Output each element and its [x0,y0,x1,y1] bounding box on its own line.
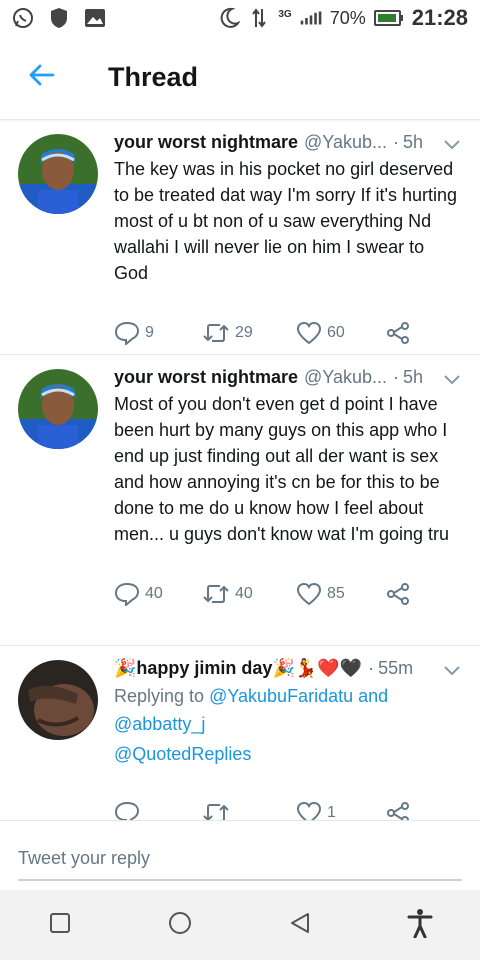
thread-feed[interactable]: your worst nightmare @Yakub... · 5h The … [0,120,480,820]
like-button[interactable]: 60 [296,321,386,345]
quoted-replies: @QuotedReplies [114,740,464,768]
tweet-text: Most of you don't even get d point I hav… [114,394,450,544]
retweet-icon [202,583,230,605]
battery-icon [373,7,404,29]
tweet-author-name[interactable]: 🎉happy jimin day🎉💃❤️🖤 [114,658,362,679]
tweet-header: 🎉happy jimin day🎉💃❤️🖤 · 55m [114,654,464,682]
separator-dot: · [368,657,375,678]
home-button[interactable] [150,895,210,955]
share-button[interactable] [386,321,410,345]
signal-icon [300,7,322,29]
tweet-text: The key was in his pocket no girl deserv… [114,159,458,283]
app-header: Thread [0,36,480,120]
reply-bar [0,820,480,890]
heart-icon [296,321,322,345]
network-type: 3G [278,9,292,20]
reply-icon [114,582,140,606]
back-button[interactable] [0,36,84,120]
arrow-left-icon [29,64,55,91]
tweet[interactable]: your worst nightmare @Yakub... · 5h Most… [0,355,480,646]
share-button[interactable] [386,582,410,606]
square-icon [49,912,71,939]
system-nav-bar [0,890,480,960]
replying-to-label: Replying to [114,686,205,706]
avatar[interactable] [18,134,98,214]
retweet-button[interactable] [202,802,296,820]
whatsapp-icon [12,7,34,29]
separator-dot: · [393,131,400,152]
share-button[interactable] [386,801,410,820]
share-icon [386,582,410,606]
tweet-author-handle[interactable]: @Yakub... [304,132,387,153]
tweet-reply-input[interactable] [18,837,462,881]
mention-link[interactable]: @abbatty_j [114,714,205,734]
share-icon [386,801,410,820]
like-button[interactable]: 85 [296,582,386,606]
page-title: Thread [108,62,199,92]
avatar[interactable] [18,660,98,740]
reply-icon [114,321,140,345]
replying-and[interactable]: and [358,686,388,706]
tweet-actions: 1 [114,782,464,820]
back-nav-button[interactable] [270,895,330,955]
reply-button[interactable]: 9 [114,321,202,345]
retweet-count: 29 [235,324,253,341]
triangle-back-icon [288,911,312,940]
tweet-actions: 40 40 85 [114,563,464,625]
circle-icon [168,911,192,940]
reply-count: 9 [145,324,154,341]
replying-to: Replying to @YakubuFaridatu and @abbatty… [114,682,464,738]
tweet-author-handle[interactable]: @Yakub... [304,367,387,388]
gallery-icon [84,7,106,29]
tweet-header: your worst nightmare @Yakub... · 5h [114,363,464,391]
like-count: 85 [327,585,345,602]
like-button[interactable]: 1 [296,801,386,820]
accessibility-icon [407,908,433,943]
chevron-down-icon[interactable] [442,660,462,680]
like-count: 60 [327,324,345,341]
retweet-icon [202,802,230,820]
tweet-timestamp: 55m [378,657,414,678]
accessibility-button[interactable] [390,895,450,955]
battery-percentage: 70% [329,7,366,28]
chevron-down-icon[interactable] [442,134,462,154]
tweet[interactable]: 🎉happy jimin day🎉💃❤️🖤 · 55m Replying to … [0,646,480,820]
tweet-author-name[interactable]: your worst nightmare [114,367,298,388]
recents-button[interactable] [30,895,90,955]
tweet[interactable]: your worst nightmare @Yakub... · 5h The … [0,120,480,355]
heart-icon [296,582,322,606]
tweet-timestamp: 5h [403,366,424,387]
separator-dot: · [393,366,400,387]
status-bar: 3G 70% 21:28 [0,0,480,36]
data-arrows-icon [248,7,270,29]
mention-link[interactable]: @YakubuFaridatu [209,686,353,706]
tweet-timestamp: 5h [403,131,424,152]
reply-button[interactable]: 40 [114,582,202,606]
reply-icon [114,801,140,820]
tweet-header: your worst nightmare @Yakub... · 5h [114,128,464,156]
retweet-button[interactable]: 29 [202,322,296,344]
shield-icon [48,7,70,29]
retweet-button[interactable]: 40 [202,583,296,605]
retweet-icon [202,322,230,344]
chevron-down-icon[interactable] [442,369,462,389]
quoted-replies-link[interactable]: @QuotedReplies [114,744,251,764]
tweet-author-name[interactable]: your worst nightmare [114,132,298,153]
moon-icon [218,7,241,29]
status-time: 21:28 [411,5,468,30]
reply-count: 40 [145,585,163,602]
heart-icon [296,801,322,820]
reply-button[interactable] [114,801,202,820]
share-icon [386,321,410,345]
retweet-count: 40 [235,585,253,602]
avatar[interactable] [18,369,98,449]
like-count: 1 [327,804,336,820]
